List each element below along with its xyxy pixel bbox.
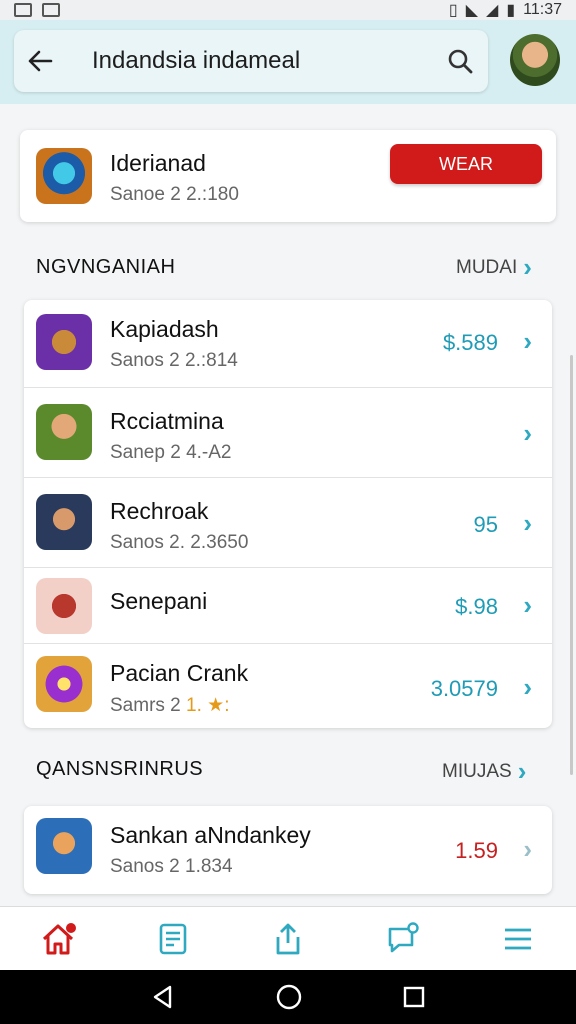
app-icon — [36, 404, 92, 460]
app-icon — [36, 818, 92, 874]
home-circle-icon[interactable] — [275, 983, 303, 1011]
cast-notification-icon — [42, 3, 60, 17]
list-item[interactable]: Rcciatmina Sanep 2 4.-A2 › — [24, 388, 552, 478]
app-title: Pacian Crank — [110, 660, 249, 686]
vibrate-icon: ▯ — [448, 2, 458, 19]
back-triangle-icon[interactable] — [150, 984, 176, 1010]
top-app-bar: Indandsia indameal — [0, 20, 576, 104]
avatar[interactable] — [510, 34, 560, 86]
app-rating: 1. ★: — [186, 695, 230, 716]
app-subtitle: Sanep 2 4.-A2 — [110, 442, 232, 463]
section-more-link-2[interactable]: MIUJAS › — [442, 756, 526, 787]
list-item[interactable]: Rechroak Sanos 2. 2.3650 95 › — [24, 478, 552, 568]
app-icon — [36, 656, 92, 712]
status-bar: ▯ ◣ ◢ ▮ 11:37 — [0, 0, 576, 20]
featured-app-card[interactable]: Iderianad Sanoe 2 2.:180 WEAR — [20, 130, 556, 222]
app-subtitle: Sanos 2 1.834 — [110, 856, 233, 877]
chevron-right-icon: › — [523, 252, 532, 282]
system-navigation-bar — [0, 970, 576, 1024]
section-heading-2: QANSNSRINRUS — [36, 758, 204, 780]
menu-icon — [505, 928, 532, 949]
status-time: 11:37 — [523, 1, 562, 18]
scrollbar[interactable] — [570, 355, 573, 775]
home-icon — [42, 922, 76, 954]
bottom-navigation — [0, 906, 576, 970]
featured-action-button[interactable]: WEAR — [390, 144, 542, 184]
wifi-icon: ◣ — [465, 2, 479, 19]
section-more-label-2: MIUJAS — [442, 760, 512, 782]
featured-app-subtitle: Sanoe 2 2.:180 — [110, 184, 239, 205]
app-title: Rcciatmina — [110, 408, 224, 434]
image-notification-icon — [14, 3, 32, 17]
nav-home[interactable] — [0, 907, 115, 970]
app-price: $.98 — [455, 594, 498, 619]
chevron-right-icon: › — [523, 508, 532, 538]
app-subtitle-text: Samrs 2 — [110, 695, 181, 716]
section-more-label-1: MUDAI — [456, 256, 518, 278]
app-icon — [36, 578, 92, 634]
chevron-right-icon: › — [523, 672, 532, 702]
nav-menu[interactable] — [461, 907, 576, 970]
featured-app-icon — [36, 148, 92, 204]
app-price: $.589 — [442, 330, 498, 355]
recents-square-icon[interactable] — [402, 985, 426, 1009]
app-list-2: Sankan aNndankey Sanos 2 1.834 1.59 › — [24, 806, 552, 894]
app-subtitle: Sanos 2. 2.3650 — [110, 532, 249, 553]
app-price: 95 — [473, 512, 498, 537]
app-subtitle: Sanos 2 2.:814 — [110, 350, 238, 371]
list-item[interactable]: Kapiadash Sanos 2 2.:814 $.589 › — [24, 300, 552, 388]
app-title: Sankan aNndankey — [110, 822, 311, 848]
search-icon[interactable] — [432, 47, 488, 75]
search-box[interactable]: Indandsia indameal — [14, 30, 488, 92]
nav-messages[interactable] — [346, 907, 461, 970]
nav-share[interactable] — [230, 907, 345, 970]
app-price: 3.0579 — [430, 676, 498, 701]
list-item[interactable]: Sankan aNndankey Sanos 2 1.834 1.59 › — [24, 806, 552, 894]
main-content: Iderianad Sanoe 2 2.:180 WEAR NGVNGANIAH… — [0, 104, 576, 906]
chevron-right-icon: › — [523, 590, 532, 620]
section-heading-1: NGVNGANIAH — [36, 256, 176, 278]
battery-icon: ▮ — [506, 2, 516, 19]
app-icon — [36, 494, 92, 550]
app-title: Senepani — [110, 588, 208, 614]
app-price: 1.59 — [455, 838, 498, 863]
app-subtitle: Samrs 2 1. ★: — [110, 694, 229, 717]
search-input[interactable]: Indandsia indameal — [66, 47, 432, 75]
app-title: Kapiadash — [110, 316, 219, 342]
back-arrow-icon[interactable] — [14, 49, 66, 73]
document-icon — [159, 923, 187, 954]
list-item[interactable]: Pacian Crank Samrs 2 1. ★: 3.0579 › — [24, 644, 552, 728]
list-item[interactable]: Senepani $.98 › — [24, 568, 552, 644]
app-list-1: Kapiadash Sanos 2 2.:814 $.589 › Rcciatm… — [24, 300, 552, 728]
chat-icon — [388, 921, 419, 952]
share-icon — [276, 923, 300, 954]
chevron-right-icon: › — [523, 418, 532, 448]
section-more-link-1[interactable]: MUDAI › — [456, 252, 532, 283]
app-title: Rechroak — [110, 498, 209, 524]
chevron-right-icon: › — [523, 326, 532, 356]
featured-app-title: Iderianad — [110, 150, 206, 176]
app-icon — [36, 314, 92, 370]
nav-documents[interactable] — [115, 907, 230, 970]
chevron-right-icon: › — [517, 756, 527, 786]
signal-icon: ◢ — [486, 2, 499, 19]
chevron-right-icon: › — [523, 834, 532, 864]
